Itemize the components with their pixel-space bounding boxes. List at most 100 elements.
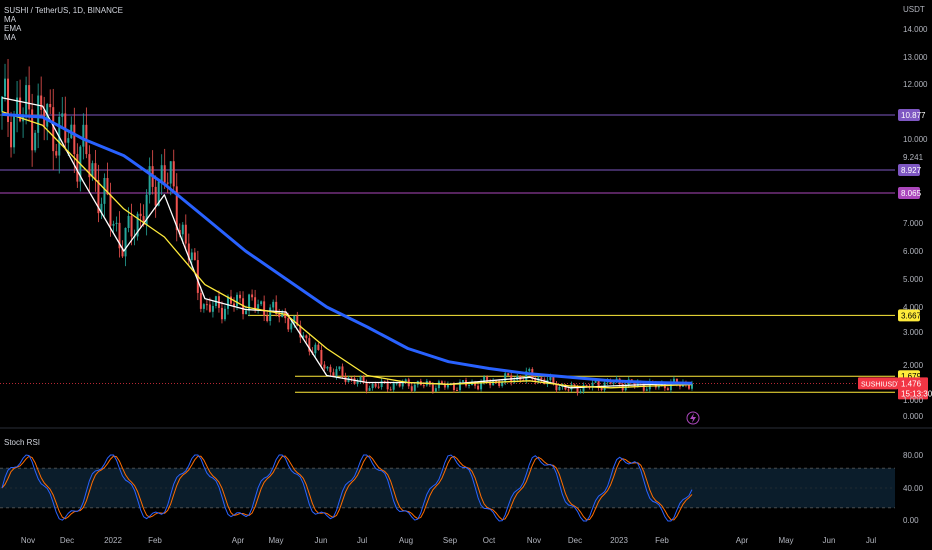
candle-body <box>94 163 97 181</box>
price-tick-label: 7.000 <box>903 219 924 228</box>
price-tick-label: 9.241 <box>903 153 924 162</box>
time-axis: Nov Dec 2022 Feb Apr May Jun Jul Aug Sep Oct Nov Dec… <box>21 536 876 545</box>
candle-body <box>109 194 112 226</box>
candle-body <box>437 381 440 389</box>
time-tick-label: Jul <box>866 536 876 545</box>
candle-body <box>326 366 329 369</box>
candle-body <box>350 377 353 379</box>
candle-body <box>10 121 13 148</box>
candle-body <box>184 224 187 244</box>
candle-body <box>585 384 588 386</box>
stoch-tick-label: 0.00 <box>903 516 919 525</box>
candle-body <box>422 385 425 387</box>
candle-body <box>380 380 383 388</box>
candle-body <box>260 301 263 305</box>
candle-body <box>52 107 55 152</box>
candle-body <box>220 307 223 320</box>
price-tick-label: 5.000 <box>903 275 924 284</box>
lightning-glyph <box>690 413 696 423</box>
series-line-ma-slow <box>1 112 693 385</box>
candle-body <box>374 383 377 387</box>
candle-body <box>28 85 31 110</box>
price-tick-label: 12.000 <box>903 80 928 89</box>
indicator-ma-2[interactable]: MA <box>4 33 123 42</box>
chart-canvas[interactable]: 10.8778.9278.0653.6671.6791.220SUSHIUSDT… <box>0 0 932 550</box>
indicator-ema[interactable]: EMA <box>4 24 123 33</box>
candle-body <box>287 318 290 330</box>
candle-body <box>205 304 208 306</box>
candle-body <box>353 378 356 384</box>
candle-body <box>266 315 269 322</box>
level-box-label: 3.667 <box>901 311 922 320</box>
stoch-rsi-pane: 80.00 40.00 0.00 <box>0 451 924 525</box>
level-box-label: 8.927 <box>901 166 922 175</box>
candle-body <box>504 373 507 383</box>
indicator-ma-1[interactable]: MA <box>4 15 123 24</box>
candle-body <box>365 382 368 391</box>
price-tick-label: 4.000 <box>903 303 924 312</box>
candle-body <box>540 377 543 380</box>
candle-body <box>34 132 37 151</box>
candle-body <box>193 252 196 261</box>
candle-body <box>612 382 615 384</box>
stoch-rsi-label[interactable]: Stoch RSI <box>4 438 40 447</box>
candle-body <box>169 161 172 184</box>
candle-body <box>61 113 64 117</box>
series-line-ema <box>1 110 693 389</box>
candle-body <box>434 388 437 392</box>
candle-body <box>468 385 471 387</box>
candle-body <box>154 186 157 206</box>
candle-body <box>389 389 392 391</box>
candle-body <box>124 227 127 257</box>
candle-body <box>25 85 28 115</box>
horizontal-levels: 10.8778.9278.0653.6671.6791.220SUSHIUSDT… <box>0 109 932 400</box>
candle-body <box>163 165 166 183</box>
candle-body <box>40 95 43 110</box>
candle-body <box>377 386 380 388</box>
time-tick-label: May <box>268 536 283 545</box>
candle-body <box>338 366 341 370</box>
time-tick-label: Jun <box>823 536 836 545</box>
series-lines <box>1 97 693 389</box>
candle-body <box>398 383 401 387</box>
price-unit-label: USDT <box>903 5 925 14</box>
time-tick-label: May <box>778 536 793 545</box>
candle-body <box>272 301 275 308</box>
candle-body <box>356 381 359 384</box>
chart-legend: SUSHI / TetherUS, 1D, BINANCE MA EMA MA <box>4 6 123 42</box>
candle-body <box>245 310 248 315</box>
candle-body <box>371 383 374 389</box>
price-tick-label: 10.000 <box>903 135 928 144</box>
candle-body <box>148 166 151 195</box>
candle-body <box>507 373 510 376</box>
candle-body <box>335 369 338 377</box>
candle-body <box>290 323 293 330</box>
time-tick-label: Dec <box>568 536 582 545</box>
stoch-tick-label: 80.00 <box>903 451 924 460</box>
candles <box>1 59 693 396</box>
stoch-tick-label: 40.00 <box>903 484 924 493</box>
candle-body <box>103 178 106 204</box>
candle-body <box>395 383 398 385</box>
candle-body <box>254 297 257 309</box>
series-line-ma-fast <box>1 97 693 389</box>
symbol-title[interactable]: SUSHI / TetherUS, 1D, BINANCE <box>4 6 123 15</box>
candle-body <box>455 389 458 391</box>
time-tick-label: Oct <box>483 536 496 545</box>
candle-body <box>199 292 202 309</box>
price-tick-label: 3.000 <box>903 328 924 337</box>
candle-body <box>257 304 260 309</box>
candle-body <box>341 366 344 377</box>
candle-body <box>269 307 272 322</box>
candle-body <box>305 335 308 339</box>
candle-body <box>160 165 163 182</box>
time-tick-label: Sep <box>443 536 458 545</box>
candle-body <box>166 182 169 184</box>
time-tick-label: Jul <box>357 536 367 545</box>
time-tick-label: Feb <box>148 536 162 545</box>
candle-body <box>1 96 3 112</box>
candle-body <box>278 313 281 318</box>
time-tick-label: 2023 <box>610 536 628 545</box>
candle-body <box>594 380 597 383</box>
price-tick-label: 0.000 <box>903 412 924 421</box>
